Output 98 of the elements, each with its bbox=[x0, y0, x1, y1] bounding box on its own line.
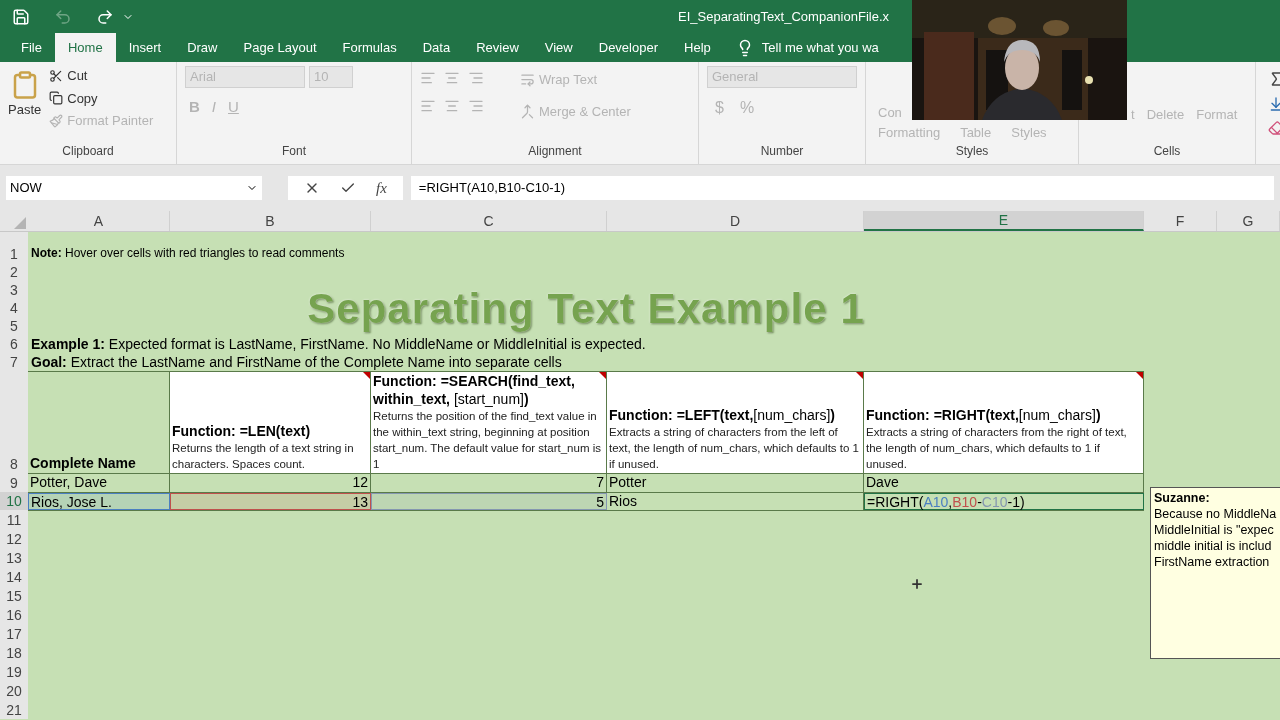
comment-author: Suzanne: bbox=[1154, 490, 1211, 506]
align-left-icon bbox=[420, 98, 436, 114]
row-header[interactable]: 19 bbox=[0, 662, 28, 681]
redo-icon bbox=[96, 7, 114, 26]
ribbon-tab[interactable]: Insert bbox=[115, 33, 175, 62]
table-cell: 13 bbox=[170, 493, 371, 510]
header-title: Function: =LEN(text) bbox=[172, 422, 312, 440]
ribbon-tab[interactable]: Review bbox=[463, 33, 532, 62]
row-header[interactable]: 5 bbox=[0, 317, 28, 335]
column-header[interactable]: A bbox=[28, 211, 170, 231]
align-middle-icon bbox=[444, 70, 460, 86]
note-text: Note: Hover over cells with red triangles to read comments bbox=[31, 245, 345, 262]
table-cell: 7 bbox=[371, 474, 607, 492]
table-cell: 5 bbox=[371, 493, 607, 510]
goal-text: Goal: Extract the LastName and FirstName of the Complete Name into separate cells bbox=[31, 352, 562, 372]
ribbon-tab[interactable]: Home bbox=[54, 33, 116, 62]
clipboard-button[interactable]: Cut bbox=[49, 66, 154, 86]
header-description: Extracts a string of characters from the right of text, the length of num_chars, which defaults to 1 if unused. bbox=[866, 425, 1128, 472]
group-label: Number bbox=[759, 143, 805, 160]
table-cell: Potter, Dave bbox=[28, 474, 170, 492]
ribbon-tab[interactable]: File bbox=[8, 33, 55, 62]
ribbon-tab[interactable]: Draw bbox=[174, 33, 231, 62]
ribbon-tab[interactable]: Data bbox=[409, 33, 464, 62]
ribbon-tab[interactable]: Help bbox=[671, 33, 724, 62]
table-cell: Dave bbox=[864, 474, 1144, 492]
styles-label: Con bbox=[877, 104, 903, 122]
row-header[interactable]: 9 bbox=[0, 473, 28, 492]
column-header[interactable]: F bbox=[1144, 211, 1217, 231]
cursor-icon bbox=[910, 577, 924, 591]
row-header[interactable]: 8 bbox=[0, 371, 28, 473]
row-header[interactable]: 15 bbox=[0, 586, 28, 605]
row-header[interactable]: 16 bbox=[0, 605, 28, 624]
formula-field[interactable]: =RIGHT(A10,B10-C10-1) bbox=[410, 176, 1274, 200]
row-header[interactable]: 10 bbox=[0, 492, 28, 510]
merge-icon bbox=[520, 103, 535, 119]
eraser-icon bbox=[1268, 120, 1280, 136]
row-header[interactable]: 7 bbox=[0, 353, 28, 371]
save-icon bbox=[12, 7, 30, 26]
fill-icon bbox=[1268, 96, 1280, 112]
row-header[interactable]: 4 bbox=[0, 299, 28, 317]
group-label: Cells bbox=[1152, 143, 1182, 160]
sheet-title: Separating Text Example 1 bbox=[307, 283, 865, 334]
row-header[interactable]: 20 bbox=[0, 681, 28, 700]
header-title: Complete Name bbox=[30, 454, 137, 472]
column-header[interactable]: C bbox=[371, 211, 607, 231]
header-description: Returns the position of the find_text value in the within_text string, beginning at position start_num. The default value for start_num is 1 bbox=[373, 409, 602, 472]
align-bottom-icon bbox=[468, 70, 484, 86]
comment-text: middle initial is includ bbox=[1154, 538, 1273, 554]
row-header[interactable]: 17 bbox=[0, 624, 28, 643]
row-header[interactable]: 18 bbox=[0, 643, 28, 662]
align-center-icon bbox=[444, 98, 460, 114]
name-box[interactable]: NOW bbox=[6, 176, 262, 200]
header-description: Extracts a string of characters from the left of text, the length of num_chars, which defaults to 1 if unused. bbox=[609, 425, 860, 472]
clipboard-button[interactable]: Copy bbox=[49, 88, 154, 108]
ribbon-tab[interactable]: Page Layout bbox=[230, 33, 330, 62]
table-cell: Rios, Jose L. bbox=[28, 493, 170, 510]
comment-text: FirstName extraction bbox=[1154, 554, 1271, 570]
ribbon-tab[interactable]: Formulas bbox=[329, 33, 410, 62]
row-header[interactable]: 2 bbox=[0, 263, 28, 281]
table-cell: Rios bbox=[607, 493, 864, 510]
brush-icon bbox=[49, 113, 64, 128]
row-header[interactable]: 6 bbox=[0, 335, 28, 353]
example-text: Example 1: Expected format is LastName, FirstName. No MiddleName or MiddleInitial is expected. bbox=[31, 334, 646, 354]
paste-button[interactable]: Paste bbox=[8, 66, 42, 131]
comment-text: MiddleInitial is "expec bbox=[1154, 522, 1275, 538]
header-description: Returns the length of a text string in characters. Spaces count. bbox=[172, 441, 355, 472]
column-header[interactable]: B bbox=[170, 211, 371, 231]
row-header[interactable]: 14 bbox=[0, 567, 28, 586]
row-header[interactable]: 21 bbox=[0, 700, 28, 719]
row-header[interactable]: 13 bbox=[0, 548, 28, 567]
table-cell: 12 bbox=[170, 474, 371, 492]
row-header[interactable]: 1 bbox=[0, 232, 28, 263]
copy-icon bbox=[49, 91, 64, 106]
function-label[interactable]: fx bbox=[376, 176, 387, 200]
scissors-icon bbox=[49, 68, 64, 83]
header-title: Function: =SEARCH(find_text, within_text, [start_num]) bbox=[373, 372, 576, 408]
window-title: EI_SeparatingText_CompanionFile.x bbox=[678, 7, 889, 26]
undo-icon bbox=[54, 7, 72, 26]
wrap-icon bbox=[520, 72, 535, 88]
header-title: Function: =RIGHT(text,[num_chars]) bbox=[866, 406, 1102, 424]
tell-me-field[interactable]: Tell me what you wa bbox=[761, 37, 879, 58]
align-right-icon bbox=[468, 98, 484, 114]
row-header[interactable]: 12 bbox=[0, 529, 28, 548]
row-header[interactable]: 3 bbox=[0, 281, 28, 299]
column-header[interactable]: E bbox=[864, 211, 1144, 231]
row-header[interactable]: 11 bbox=[0, 510, 28, 529]
table-cell: Potter bbox=[607, 474, 864, 492]
group-label: Alignment bbox=[527, 143, 583, 160]
ribbon-tab[interactable]: View bbox=[531, 33, 586, 62]
ribbon-tab[interactable]: Developer bbox=[585, 33, 671, 62]
group-label: Font bbox=[281, 143, 307, 160]
group-label: Styles bbox=[954, 143, 990, 160]
align-top-icon bbox=[420, 70, 436, 86]
header-title: Function: =LEFT(text,[num_chars]) bbox=[609, 406, 836, 424]
column-header[interactable]: G bbox=[1217, 211, 1280, 231]
comment-text: Because no MiddleNa bbox=[1154, 506, 1278, 522]
cell-editor[interactable]: =RIGHT(A10,B10-C10-1) bbox=[864, 493, 1144, 510]
group-label: Clipboard bbox=[61, 143, 115, 160]
